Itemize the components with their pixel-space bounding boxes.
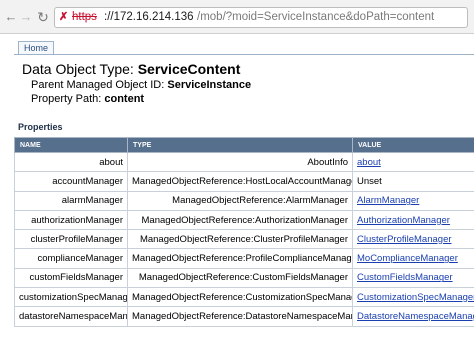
table-row: clusterProfileManager ManagedObjectRefere… <box>14 229 474 250</box>
parent-value: ServiceInstance <box>167 79 252 91</box>
property-name: about <box>14 151 128 173</box>
property-type: ManagedObjectReference:AlarmManager <box>127 190 353 211</box>
property-value-link[interactable]: MoComplianceManager <box>357 253 458 264</box>
address-bar[interactable]: ✗ https ://172.16.214.136 /mob/?moid=Ser… <box>54 7 468 28</box>
url-scheme: https <box>72 11 97 23</box>
property-name: customFieldsManager <box>14 267 128 289</box>
property-value-link[interactable]: CustomFieldsManager <box>357 272 453 283</box>
object-header: Data Object Type: ServiceContent Parent … <box>14 54 474 110</box>
insecure-x-icon: ✗ <box>59 11 69 23</box>
property-type: ManagedObjectReference:ProfileCompliance… <box>127 248 353 269</box>
property-value-cell: MoComplianceManager <box>352 248 474 269</box>
parent-object-line: Parent Managed Object ID: ServiceInstanc… <box>31 79 251 92</box>
table-row: accountManager ManagedObjectReference:Hos… <box>14 171 474 192</box>
table-row: alarmManager ManagedObjectReference:Alarm… <box>14 190 474 211</box>
table-header-row: NAME TYPE VALUE <box>14 137 474 153</box>
property-value-cell: ClusterProfileManager <box>352 229 474 250</box>
parent-label: Parent Managed Object ID: <box>31 79 168 91</box>
back-arrow-icon[interactable]: ← <box>4 10 18 24</box>
property-name: accountManager <box>14 171 128 192</box>
title-prefix: Data Object Type: <box>22 61 138 77</box>
property-type: ManagedObjectReference:AuthorizationMana… <box>127 209 353 231</box>
reload-icon[interactable]: ↻ <box>36 10 50 24</box>
path-label: Property Path: <box>31 93 105 105</box>
property-value-cell: AlarmManager <box>352 190 474 211</box>
property-value-cell: CustomFieldsManager <box>352 267 474 289</box>
property-path-line: Property Path: content <box>31 93 144 106</box>
properties-table: NAME TYPE VALUE about AboutInfo about accou… <box>14 137 474 327</box>
property-value-cell: DatastoreNamespaceManager <box>352 306 474 327</box>
property-value-cell: about <box>352 151 474 173</box>
property-value-cell: Unset <box>352 171 474 192</box>
browser-toolbar: ← → ↻ ✗ https ://172.16.214.136 /mob/?mo… <box>0 0 474 34</box>
table-row: authorizationManager ManagedObjectReferen… <box>14 209 474 231</box>
property-type: ManagedObjectReference:CustomizationSpec… <box>127 287 353 308</box>
table-row: datastoreNamespaceManagerManagedObjectRe… <box>14 306 474 327</box>
property-value-link[interactable]: CustomizationSpecManager <box>357 292 474 303</box>
forward-arrow-icon[interactable]: → <box>19 10 33 24</box>
property-type: ManagedObjectReference:DatastoreNamespac… <box>127 306 353 327</box>
property-value-cell: CustomizationSpecManager <box>352 287 474 308</box>
column-header-name: NAME <box>14 137 128 153</box>
table-row: customizationSpecManager ManagedObjectRef… <box>14 287 474 308</box>
property-type: ManagedObjectReference:HostLocalAccountM… <box>127 171 353 192</box>
property-type: ManagedObjectReference:ClusterProfileMan… <box>127 229 353 250</box>
properties-table-wrap: NAME TYPE VALUE about AboutInfo about accou… <box>14 137 474 327</box>
page-title: Data Object Type: ServiceContent <box>22 61 240 78</box>
column-header-type: TYPE <box>127 137 353 153</box>
property-value-link[interactable]: about <box>357 157 381 168</box>
home-tab[interactable]: Home <box>18 41 55 55</box>
property-name: complianceManager <box>14 248 128 269</box>
property-type: AboutInfo <box>127 151 353 173</box>
property-name: customizationSpecManager <box>14 287 128 308</box>
property-name: authorizationManager <box>14 209 128 231</box>
table-row: complianceManager ManagedObjectReference:… <box>14 248 474 269</box>
url-host: ://172.16.214.136 <box>104 11 194 23</box>
properties-heading: Properties <box>18 122 63 132</box>
title-value: ServiceContent <box>137 61 241 77</box>
property-value-link[interactable]: AuthorizationManager <box>357 215 450 226</box>
property-value-link[interactable]: AlarmManager <box>357 195 419 206</box>
property-name: datastoreNamespaceManager <box>14 306 128 327</box>
table-row: customFieldsManager ManagedObjectReferenc… <box>14 267 474 289</box>
column-header-value: VALUE <box>352 137 474 153</box>
path-value: content <box>104 93 145 105</box>
property-type: ManagedObjectReference:CustomFieldsManag… <box>127 267 353 289</box>
property-value-cell: AuthorizationManager <box>352 209 474 231</box>
property-value-link[interactable]: DatastoreNamespaceManager <box>357 311 474 322</box>
table-row: about AboutInfo about <box>14 151 474 173</box>
property-name: clusterProfileManager <box>14 229 128 250</box>
url-path: /mob/?moid=ServiceInstance&doPath=conten… <box>197 11 435 23</box>
property-name: alarmManager <box>14 190 128 211</box>
property-value-link[interactable]: ClusterProfileManager <box>357 234 452 245</box>
